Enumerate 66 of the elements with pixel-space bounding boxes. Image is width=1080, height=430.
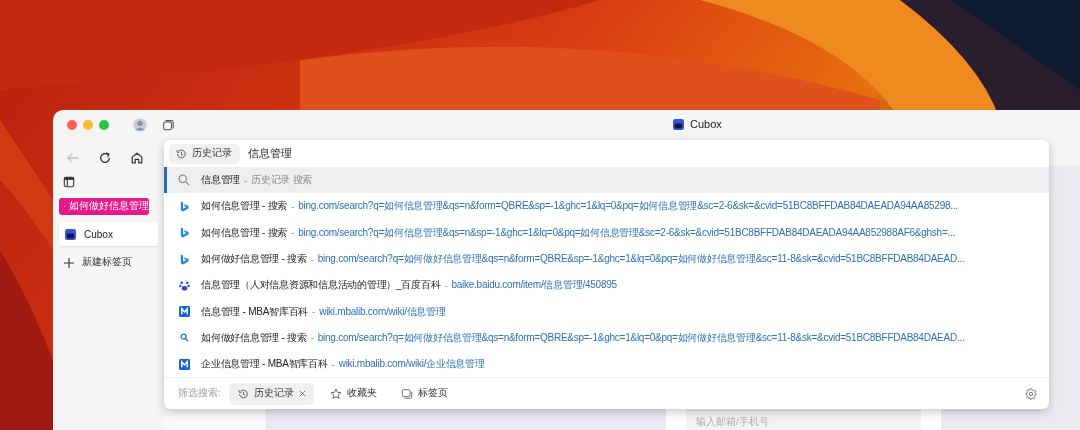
suggestion-row[interactable]: 如何做好信息管理 - 搜索 - bing.com/search?q=如何做好信息管理&qs=n&form=QBRE&sp=-1&ghc=1&lq=0&pq=如何做好信息管理&sc=11-8&sk=&cvid=51BC8BFFDAB84DAEAD...	[164, 324, 1049, 352]
suggestion-row[interactable]: 信息管理 - 历史记录 搜索	[164, 167, 1049, 194]
separator-dash: -	[244, 174, 248, 186]
result-title: 如何信息管理 - 搜索	[201, 199, 288, 214]
separator-dash: -	[331, 358, 335, 370]
bing-logo-icon	[178, 200, 190, 212]
home-icon[interactable]	[130, 151, 144, 165]
result-title: 信息管理	[201, 173, 240, 188]
paw-print-icon	[178, 279, 190, 291]
search-icon	[178, 174, 190, 187]
window-title: Cubox	[690, 118, 722, 130]
avatar-icon[interactable]	[133, 118, 147, 132]
mba-logo-icon	[178, 358, 190, 370]
tab-group-label[interactable]: 如何做好信息管理	[59, 198, 149, 215]
history-clock-icon	[175, 147, 187, 160]
tabs-icon	[400, 387, 413, 400]
filter-chip[interactable]: 收藏夹	[321, 382, 385, 405]
separator-dash: -	[310, 332, 314, 344]
sidebar-tab[interactable]: Cubox	[59, 222, 158, 246]
sidebar-toggle-icon[interactable]	[63, 176, 75, 188]
separator-dash: -	[444, 279, 448, 291]
zoom-window-button[interactable]	[99, 120, 109, 130]
result-url: bing.com/search?q=如何做好信息管理&qs=n&form=QBRE&sp=-1&ghc=1&lq=0&pq=如何做好信息管理&sc=11-8&sk=&cvid=51BC8BFFDAB84DAEAD...	[317, 330, 965, 345]
suggestion-row[interactable]: 如何做好信息管理 - 搜索 - bing.com/search?q=如何做好信息管理&qs=n&form=QBRE&sp=-1&ghc=1&lq=0&pq=如何做好信息管理&sc=11-8&sk=&cvid=51BC8BFFDAB84DAEAD...	[164, 245, 1049, 273]
mba-logo-icon	[178, 306, 190, 318]
separator-dash: -	[310, 253, 314, 265]
result-url: baike.baidu.com/item/信息管理/450895	[451, 278, 617, 293]
bing-logo-icon	[178, 227, 190, 239]
search-icon	[179, 333, 189, 343]
suggestion-row[interactable]: 如何信息管理 - 搜索 - bing.com/search?q=如何信息管理&qs=n&form=QBRE&sp=-1&ghc=1&lq=0&pq=如何信息管理&sc=2-6&sk=&cvid=51BC8BFFDAB84DAEADA94AA85298...	[164, 193, 1049, 220]
history-clock-icon	[236, 387, 249, 400]
plus-icon	[64, 257, 74, 268]
result-title: 如何做好信息管理 - 搜索	[201, 252, 307, 267]
settings-icon[interactable]	[1025, 387, 1037, 400]
reload-icon[interactable]	[98, 151, 112, 165]
result-url: bing.com/search?q=如何做好信息管理&qs=n&form=QBRE&sp=-1&ghc=1&lq=0&pq=如何做好信息管理&sc=11-8&sk=&cvid=51BC8BFFDAB84DAEAD...	[317, 252, 965, 267]
cubox-logo-icon	[673, 118, 684, 130]
result-title: 信息管理（人对信息资源和信息活动的管理）_百度百科	[201, 278, 441, 293]
remove-filter-icon[interactable]	[298, 390, 306, 398]
cubox-logo-icon	[65, 228, 76, 240]
separator-dash: -	[291, 200, 295, 212]
new-tab-button[interactable]: 新建标签页	[59, 256, 164, 269]
suggestion-row[interactable]: 信息管理（人对信息资源和信息活动的管理）_百度百科 - baike.baidu.com/item/信息管理/450895	[164, 272, 1049, 299]
scope-chip[interactable]: 历史记录	[169, 143, 240, 164]
suggestion-row[interactable]: 信息管理 - MBA智库百科 - wiki.mbalib.com/wiki/信息管理	[164, 298, 1049, 325]
separator-dash: -	[291, 227, 295, 239]
result-title: 如何做好信息管理 - 搜索	[201, 330, 307, 345]
result-url: bing.com/search?q=如何信息管理&qs=n&sp=-1&ghc=1&lq=0&pq=如何信息管理&sc=2-6&sk=&cvid=51BC8BFFDAB84DAEADA94AA852988AF6&ghsh=...	[298, 225, 956, 240]
filter-label: 筛选搜索:	[178, 387, 221, 401]
suggestion-row[interactable]: 如何信息管理 - 搜索 - bing.com/search?q=如何信息管理&qs=n&sp=-1&ghc=1&lq=0&pq=如何信息管理&sc=2-6&sk=&cvid=51BC8BFFDAB84DAEADA94AA852988AF6&ghsh=...	[164, 219, 1049, 246]
result-title: 企业信息管理 - MBA智库百科	[201, 357, 328, 372]
result-detail: 历史记录 搜索	[251, 173, 313, 188]
result-url: bing.com/search?q=如何信息管理&qs=n&form=QBRE&sp=-1&ghc=1&lq=0&pq=如何信息管理&sc=2-6&sk=&cvid=51BC8BFFDAB84DAEADA94AA85298...	[298, 199, 958, 214]
filter-chip[interactable]: 标签页	[392, 382, 456, 405]
tabs-icon[interactable]	[161, 118, 175, 132]
result-title: 信息管理 - MBA智库百科	[201, 304, 309, 319]
address-field[interactable]: 信息管理	[248, 147, 548, 160]
result-title: 如何信息管理 - 搜索	[201, 225, 288, 240]
separator-dash: -	[312, 306, 316, 318]
close-window-button[interactable]	[67, 120, 77, 130]
bing-logo-icon	[178, 253, 190, 265]
suggestion-row[interactable]: 企业信息管理 - MBA智库百科 - wiki.mbalib.com/wiki/企业信息管理	[164, 351, 1049, 378]
result-url: wiki.mbalib.com/wiki/企业信息管理	[338, 357, 485, 372]
star-icon	[329, 387, 342, 400]
result-url: wiki.mbalib.com/wiki/信息管理	[319, 304, 446, 319]
filter-chip[interactable]: 历史记录	[228, 382, 314, 405]
